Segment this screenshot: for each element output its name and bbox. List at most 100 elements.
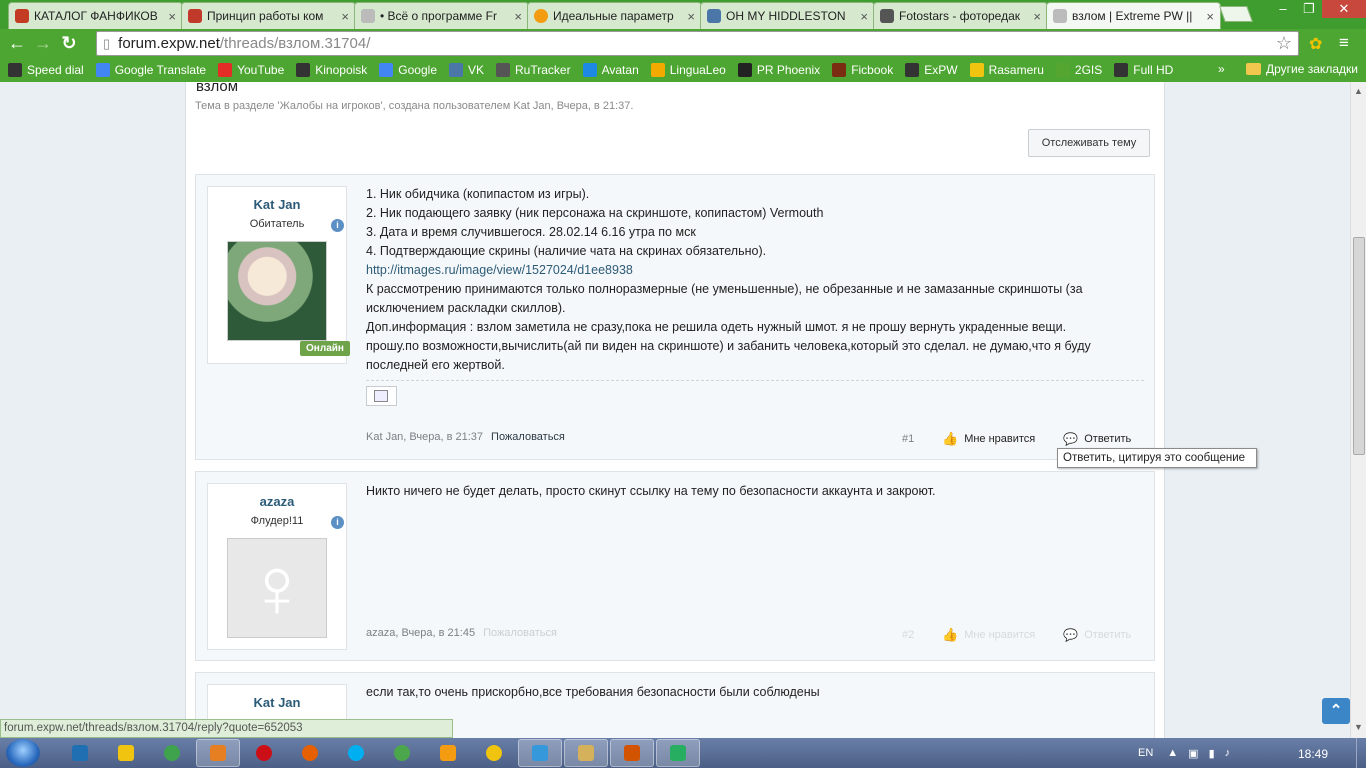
username-link[interactable]: Kat Jan [208,695,346,710]
username-link[interactable]: Kat Jan [208,197,346,212]
like-button[interactable]: Мне нравится [964,629,1035,641]
browser-tab-5[interactable]: OH MY HIDDLESTON × [700,2,875,29]
browser-tab-2[interactable]: Принцип работы ком × [181,2,356,29]
tab-close-icon[interactable]: × [860,9,868,24]
post-date[interactable]: Вчера, в 21:45 [401,627,475,639]
taskbar-app-monitor[interactable] [656,739,700,767]
reply-button[interactable]: Ответить [1084,433,1131,445]
taskbar-app-utorrent[interactable] [380,739,424,767]
scroll-up-arrow-icon[interactable]: ▲ [1354,86,1363,96]
bookmark-vk[interactable]: VK [449,63,484,77]
browser-tab-3[interactable]: • Всё о программе Fr × [354,2,529,29]
bookmark-ficbook[interactable]: Ficbook [832,63,893,77]
bookmark-speed-dial[interactable]: Speed dial [8,63,84,77]
screenshot-link[interactable]: http://itmages.ru/image/view/1527024/d1e… [366,263,633,277]
user-info-icon[interactable]: i [331,516,344,529]
tab-close-icon[interactable]: × [1206,9,1214,24]
network-signal-icon[interactable]: ▮ [1209,747,1215,760]
taskbar-app-norton[interactable] [104,739,148,767]
taskbar-app-firefox[interactable] [288,739,332,767]
taskbar-app-winamp[interactable] [196,739,240,767]
taskbar-app-paint[interactable] [610,739,654,767]
scroll-to-top-button[interactable]: ⌃ [1322,698,1350,724]
taskbar-app-skype[interactable] [334,739,378,767]
broken-image-icon[interactable] [366,386,397,406]
language-indicator[interactable]: EN [1138,747,1153,759]
bookmark-google-translate[interactable]: Google Translate [95,63,206,77]
taskbar-app-chrome[interactable] [150,739,194,767]
taskbar-app-explorer[interactable] [564,739,608,767]
volume-icon[interactable]: ♪ [1225,747,1231,759]
browser-tab-6[interactable]: Fotostars - фоторедак × [873,2,1048,29]
taskbar-app-kmplayer[interactable] [518,739,562,767]
tab-close-icon[interactable]: × [514,9,522,24]
taskbar-clock[interactable]: 18:49 [1298,747,1328,761]
bookmark-expw[interactable]: ExPW [905,63,958,77]
username-link[interactable]: azaza [208,494,346,509]
avatar[interactable] [227,241,327,341]
start-button[interactable] [6,739,40,767]
forward-button[interactable]: → [30,33,56,54]
taskbar-app-radiation[interactable] [472,739,516,767]
tab-close-icon[interactable]: × [168,9,176,24]
post-date[interactable]: Вчера, в 21:37 [409,431,483,443]
scroll-down-arrow-icon[interactable]: ▼ [1354,722,1363,732]
reload-button[interactable]: ↻ [56,33,82,54]
browser-tab-1[interactable]: КАТАЛОГ ФАНФИКОВ × [8,2,183,29]
post-author[interactable]: Kat Jan, Вчера, в 21:37 [366,431,483,443]
report-link[interactable]: Пожаловаться [483,627,557,639]
browser-tab-7-active[interactable]: взлом | Extreme PW || × [1046,2,1221,29]
bookmark-kinopoisk[interactable]: Kinopoisk [296,63,367,77]
bookmark-2gis[interactable]: 2GIS [1055,63,1102,77]
tab-close-icon[interactable]: × [687,9,695,24]
post-number[interactable]: #1 [902,433,942,445]
new-tab-button[interactable] [1219,6,1253,22]
like-button[interactable]: Мне нравится [964,433,1035,445]
expw-icon [905,63,920,77]
browser-tab-4[interactable]: Идеальные параметр × [527,2,702,29]
tab-close-icon[interactable]: × [1033,9,1041,24]
bookmark-rutracker[interactable]: RuTracker [496,63,571,77]
bookmark-star-icon[interactable]: ☆ [1276,33,1292,54]
address-bar[interactable]: ▯ forum.expw.net/threads/взлом.31704/ ☆ [96,31,1299,56]
report-link[interactable]: Пожаловаться [491,431,565,443]
bookmark-label: Kinopoisk [315,63,368,77]
tray-device-icon[interactable]: ▣ [1188,747,1198,760]
bookmark-google[interactable]: Google [379,63,437,77]
chrome-menu-icon[interactable]: ≡ [1339,33,1349,53]
bookmark-label: RuTracker [515,63,571,77]
bookmark-pr-phoenix[interactable]: PR Phoenix [737,63,820,77]
bookmark-avatan[interactable]: Avatan [582,63,639,77]
post-author[interactable]: azaza, Вчера, в 21:45 [366,627,475,639]
taskbar-app-photoshop[interactable] [58,739,102,767]
bookmarks-overflow-button[interactable]: » [1218,62,1225,76]
bookmark-full-hd[interactable]: Full HD [1114,63,1173,77]
scroll-thumb[interactable] [1353,237,1365,455]
taskbar-app-aimp[interactable] [426,739,470,767]
page-viewport: взлом Тема в разделе 'Жалобы на игроков'… [0,82,1350,738]
tab-favicon-icon [1053,9,1067,23]
page-scrollbar[interactable]: ▲ ▼ [1350,82,1366,738]
close-window-button[interactable]: ✕ [1322,0,1366,18]
watch-thread-button[interactable]: Отслеживать тему [1028,129,1150,157]
taskbar-app-opera[interactable] [242,739,286,767]
reply-button[interactable]: Ответить [1084,629,1131,641]
folder-icon [1246,63,1261,75]
bookmark-lingualeo[interactable]: LinguaLeo [650,63,726,77]
show-desktop-button[interactable] [1356,738,1366,768]
back-button[interactable]: ← [4,33,30,54]
bookmark-youtube[interactable]: YouTube [218,63,284,77]
tray-expand-icon[interactable]: ▲ [1167,747,1178,759]
restore-button[interactable]: ❐ [1296,0,1322,18]
link-status-bar: forum.expw.net/threads/взлом.31704/reply… [0,719,453,738]
extension-icon[interactable]: ✿ [1309,34,1322,54]
minimize-button[interactable]: – [1270,0,1296,18]
other-bookmarks[interactable]: Другие закладки [1246,62,1358,76]
avatar[interactable]: ♀ [227,538,327,638]
user-info-icon[interactable]: i [331,219,344,232]
tab-title: Идеальные параметр [553,9,674,23]
bookmark-rasameru[interactable]: Rasameru [969,63,1044,77]
post-number[interactable]: #2 [902,629,942,641]
tab-close-icon[interactable]: × [341,9,349,24]
tab-title: • Всё о программе Fr [380,9,497,23]
